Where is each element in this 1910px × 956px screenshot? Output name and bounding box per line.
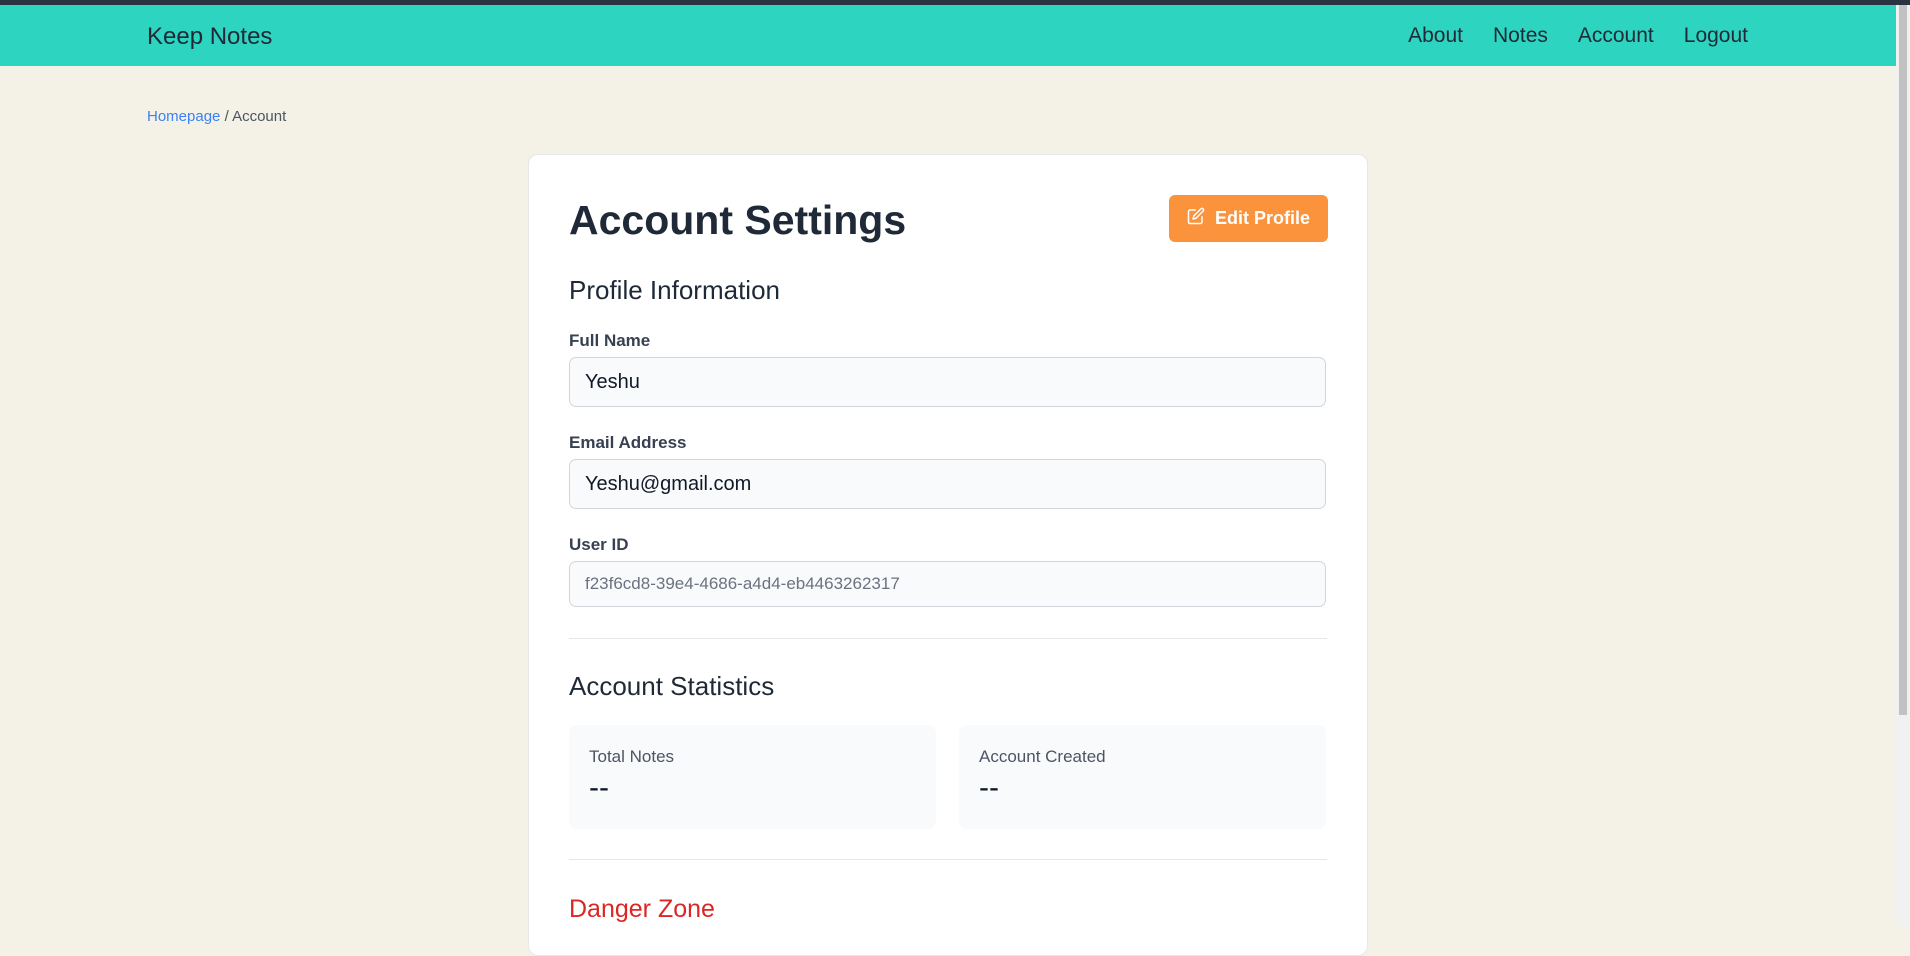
breadcrumb-current: Account	[232, 108, 287, 125]
danger-zone-heading: Danger Zone	[569, 895, 715, 923]
account-statistics-heading: Account Statistics	[569, 671, 775, 701]
page-scrollbar[interactable]	[1896, 5, 1910, 925]
section-divider	[569, 638, 1327, 639]
account-created-value: --	[979, 771, 999, 804]
account-settings-card: Account Settings Edit Profile Profile In…	[528, 154, 1368, 956]
nav-about[interactable]: About	[1408, 24, 1463, 48]
breadcrumb-separator: /	[224, 108, 229, 125]
full-name-label: Full Name	[569, 331, 651, 350]
email-label: Email Address	[569, 433, 687, 452]
nav-logout[interactable]: Logout	[1684, 24, 1748, 48]
edit-profile-button[interactable]: Edit Profile	[1169, 195, 1328, 242]
breadcrumb: Homepage / Account	[147, 108, 286, 125]
navbar: Keep Notes About Notes Account Logout	[0, 5, 1910, 66]
page-title: Account Settings	[569, 197, 907, 243]
edit-profile-label: Edit Profile	[1214, 208, 1310, 228]
full-name-field[interactable]: Yeshu	[569, 357, 1326, 407]
email-field[interactable]: Yeshu@gmail.com	[569, 459, 1326, 509]
user-id-field: f23f6cd8-39e4-4686-a4d4-eb4463262317	[569, 561, 1326, 607]
account-created-label: Account Created	[979, 747, 1106, 766]
section-divider	[569, 859, 1327, 860]
brand-logo[interactable]: Keep Notes	[147, 23, 272, 51]
nav-links: About Notes Account Logout	[1408, 24, 1748, 48]
total-notes-stat: Total Notes --	[569, 725, 936, 829]
total-notes-label: Total Notes	[589, 747, 675, 766]
nav-account[interactable]: Account	[1578, 24, 1654, 48]
profile-information-heading: Profile Information	[569, 275, 780, 305]
total-notes-value: --	[589, 771, 609, 804]
nav-notes[interactable]: Notes	[1493, 24, 1548, 48]
account-created-stat: Account Created --	[959, 725, 1326, 829]
scrollbar-thumb[interactable]	[1899, 5, 1907, 715]
breadcrumb-home-link[interactable]: Homepage	[147, 108, 220, 125]
edit-icon	[1187, 207, 1205, 230]
user-id-label: User ID	[569, 535, 629, 554]
